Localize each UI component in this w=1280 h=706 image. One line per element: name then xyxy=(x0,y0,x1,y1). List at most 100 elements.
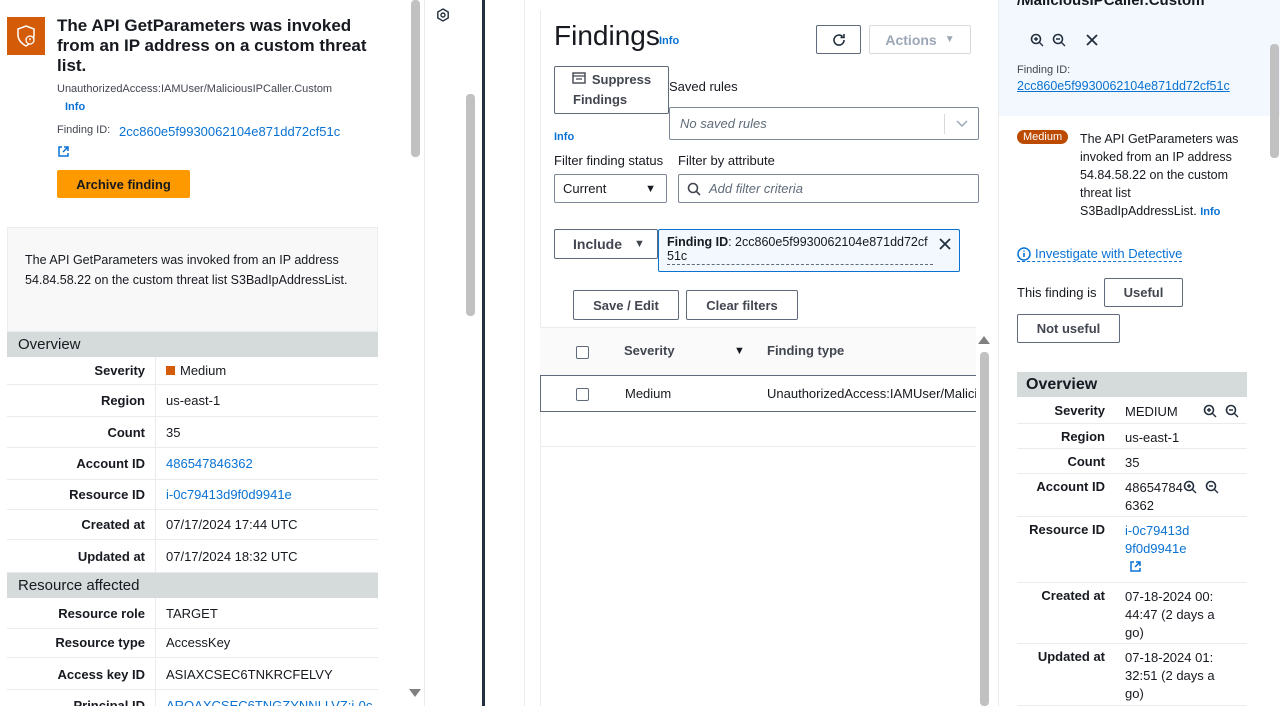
detail-overview-value: MEDIUM xyxy=(1115,398,1203,423)
detail-overview-value-text: 486547846362 xyxy=(1125,480,1183,513)
overview-key: Severity xyxy=(94,363,145,378)
caret-down-icon: ▼ xyxy=(645,182,656,195)
detail-header-bg xyxy=(999,0,1280,116)
table-row[interactable]: Medium UnauthorizedAccess:IAMUser/Malici… xyxy=(540,375,976,412)
zoom-out-icon[interactable] xyxy=(1052,33,1066,47)
filter-attribute-placeholder: Add filter criteria xyxy=(709,181,803,196)
filter-info-link[interactable]: Info xyxy=(554,131,574,143)
not-useful-button[interactable]: Not useful xyxy=(1017,314,1120,343)
actions-label: Actions xyxy=(885,31,937,48)
resource-key: Principal ID xyxy=(73,697,145,706)
resource-key: Resource type xyxy=(55,634,145,650)
strip-scrollbar[interactable] xyxy=(466,94,475,316)
filter-status-select[interactable]: Current ▼ xyxy=(554,174,667,203)
refresh-button[interactable] xyxy=(816,25,861,54)
zoom-controls xyxy=(1183,474,1227,516)
actions-button[interactable]: Actions ▼ xyxy=(869,25,971,54)
filter-status-label: Filter finding status xyxy=(554,153,664,168)
save-edit-button[interactable]: Save / Edit xyxy=(573,290,679,320)
zoom-in-icon[interactable] xyxy=(1203,404,1217,423)
useful-prompt: This finding is xyxy=(1017,285,1097,300)
detail-overview-row: Count 35 xyxy=(1017,449,1247,474)
overview-value: us-east-1 xyxy=(155,385,378,416)
zoom-out-icon[interactable] xyxy=(1205,480,1219,516)
detail-overview-value-text: 35 xyxy=(1125,455,1140,470)
column-finding-type[interactable]: Finding type xyxy=(767,343,844,358)
resource-key: Resource role xyxy=(58,605,145,621)
detail-overview-key: Severity xyxy=(1054,403,1105,418)
finding-type: UnauthorizedAccess:IAMUser/MaliciousIPCa… xyxy=(57,83,333,95)
useful-button[interactable]: Useful xyxy=(1104,278,1183,307)
overview-value-text: 07/17/2024 18:32 UTC xyxy=(166,548,298,564)
resource-value: AccessKey xyxy=(155,627,378,657)
zoom-in-icon[interactable] xyxy=(1183,480,1197,516)
left-scrollbar[interactable] xyxy=(411,0,420,157)
findings-table-header xyxy=(540,327,976,375)
include-select[interactable]: Include ▼ xyxy=(554,229,658,259)
detail-top-title: /MaliciousIPCaller.Custom xyxy=(1017,0,1205,9)
archive-finding-button[interactable]: Archive finding xyxy=(57,170,190,198)
overview-value-text: us-east-1 xyxy=(166,393,221,408)
filter-attribute-input[interactable]: Add filter criteria xyxy=(678,174,979,203)
zoom-out-icon[interactable] xyxy=(1225,404,1239,423)
suppress-findings-button[interactable]: Suppress Findings xyxy=(554,66,669,114)
row-checkbox[interactable] xyxy=(576,388,589,401)
table-scrollbar[interactable] xyxy=(980,352,989,706)
saved-rules-placeholder: No saved rules xyxy=(680,116,767,131)
overview-row: Updated at 07/17/2024 18:32 UTC xyxy=(7,540,378,573)
findings-title: Findings xyxy=(554,20,660,51)
column-severity[interactable]: Severity xyxy=(624,343,675,358)
select-all-checkbox[interactable] xyxy=(576,346,589,359)
external-link-icon[interactable] xyxy=(1129,560,1142,578)
overview-key: Account ID xyxy=(76,456,145,471)
gutter-line xyxy=(524,0,525,706)
finding-id-link[interactable]: 2cc860e5f9930062104e871dd72cf51c xyxy=(57,122,347,164)
external-link-icon xyxy=(57,144,70,164)
detail-finding-id-label: Finding ID: xyxy=(1017,64,1071,76)
detail-scrollbar[interactable] xyxy=(1270,44,1279,158)
resource-row: Resource role TARGET xyxy=(7,598,378,629)
detail-info-link[interactable]: Info xyxy=(1200,206,1220,218)
severity-badge: Medium xyxy=(1017,130,1069,144)
severity-square-icon xyxy=(166,366,175,375)
close-detail-icon[interactable] xyxy=(1085,33,1099,52)
resource-value[interactable]: AROAXCSEC6TNGZYNNLLVZ:i-0c xyxy=(155,690,378,706)
investigate-detective-link[interactable]: Investigate with Detective xyxy=(1017,246,1183,262)
resource-key: Access key ID xyxy=(57,666,145,682)
filter-token-key: Finding ID xyxy=(667,235,729,249)
filter-attribute-label: Filter by attribute xyxy=(678,153,775,168)
overview-key: Updated at xyxy=(77,548,145,564)
table-row-divider xyxy=(540,446,976,447)
chevron-down-icon xyxy=(944,113,978,134)
detail-overview-row: Resource ID i-0c79413d9f0d9941e xyxy=(1017,517,1247,583)
detail-overview-value[interactable]: i-0c79413d9f0d9941e xyxy=(1115,517,1195,582)
detail-overview-row: Account ID 486547846362 xyxy=(1017,474,1247,517)
overview-value-text: i-0c79413d9f0d9941e xyxy=(166,487,292,502)
table-scroll-up-icon[interactable] xyxy=(978,336,990,344)
suppress-label: Suppress xyxy=(591,72,652,87)
side-strip xyxy=(426,0,482,706)
findings-info-link[interactable]: Info xyxy=(659,35,679,47)
overview-value: 07/17/2024 18:32 UTC xyxy=(155,540,378,572)
detail-overview-value-text: i-0c79413d9f0d9941e xyxy=(1125,523,1190,556)
clear-filters-button[interactable]: Clear filters xyxy=(686,290,798,320)
close-icon[interactable] xyxy=(938,237,952,256)
overview-value[interactable]: 486547846362 xyxy=(155,448,378,479)
row-finding-type: UnauthorizedAccess:IAMUser/MaliciousIPCa… xyxy=(767,386,976,401)
zoom-in-icon[interactable] xyxy=(1030,33,1044,47)
overview-value-text: Medium xyxy=(180,363,227,378)
description-text: The API GetParameters was invoked from a… xyxy=(25,253,348,287)
finding-id-text: 2cc860e5f9930062104e871dd72cf51c xyxy=(119,124,341,139)
overview-value[interactable]: i-0c79413d9f0d9941e xyxy=(155,480,378,509)
overview-value-text: 486547846362 xyxy=(166,456,253,471)
info-link[interactable]: Info xyxy=(65,101,85,113)
saved-rules-select[interactable]: No saved rules xyxy=(669,107,979,140)
detail-overview-key: Region xyxy=(1060,429,1105,444)
overview-key: Region xyxy=(100,393,145,408)
sort-desc-icon[interactable]: ▼ xyxy=(734,345,745,357)
resource-affected-header: Resource affected xyxy=(7,573,378,598)
detail-finding-id[interactable]: 2cc860e5f9930062104e871dd72cf51c xyxy=(1017,79,1230,93)
saved-rules-label: Saved rules xyxy=(669,79,738,94)
settings-icon[interactable] xyxy=(436,8,450,27)
scroll-down-icon[interactable] xyxy=(409,689,421,697)
